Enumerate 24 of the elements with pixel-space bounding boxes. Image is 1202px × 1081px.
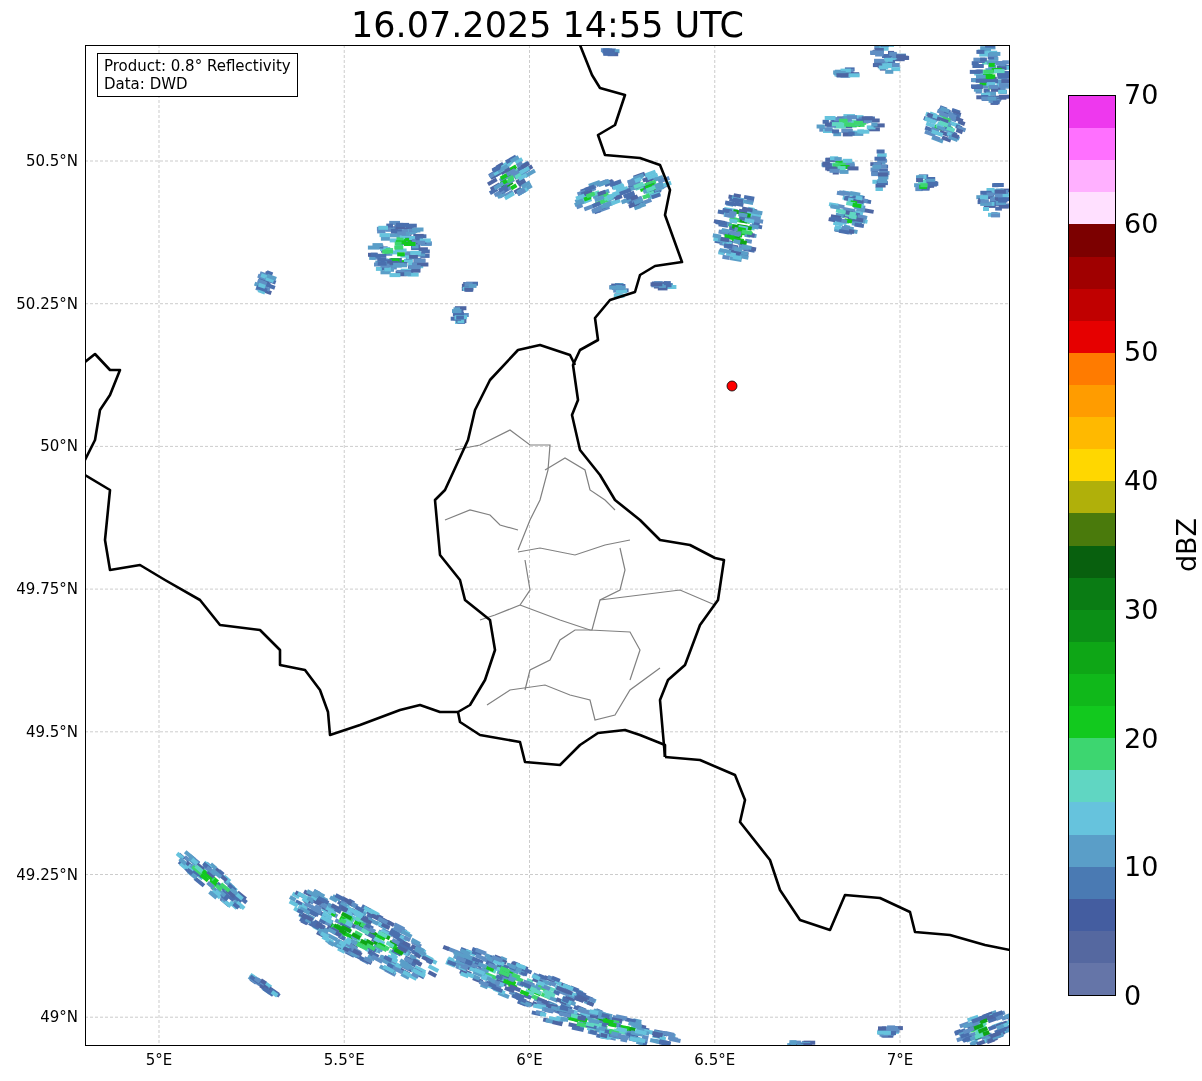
longitude-label: 5.5°E [322, 1051, 366, 1069]
latitude-label: 49.5°N [25, 722, 78, 741]
latitude-label: 50.25°N [16, 294, 78, 313]
colorbar-tick-label: 0 [1124, 981, 1142, 1011]
longitude-label: 6.5°E [693, 1051, 737, 1069]
latitude-label: 50.5°N [25, 152, 78, 170]
colorbar-tick-label: 10 [1124, 852, 1159, 883]
latitude-label: 49°N [40, 1008, 78, 1027]
chart-title: 16.07.2025 14:55 UTC [350, 4, 745, 46]
latitude-label: 49.25°N [16, 865, 78, 884]
colorbar-tick-label: 60 [1124, 208, 1159, 239]
colorbar-tick-label: 20 [1124, 723, 1159, 754]
colorbar-label: dBZ [1172, 517, 1202, 573]
longitude-label: 7°E [885, 1051, 915, 1069]
longitude-label: 5°E [144, 1051, 174, 1069]
colorbar-tick-label: 40 [1124, 466, 1159, 497]
info-text: Product: 0.8° Reflectivity [104, 57, 291, 75]
info-text: Data: DWD [104, 75, 189, 93]
latitude-label: 49.75°N [16, 580, 78, 599]
latitude-label: 50°N [40, 437, 78, 456]
longitude-label: 6°E [515, 1051, 544, 1069]
colorbar-tick-label: 50 [1124, 337, 1159, 368]
colorbar-tick-label: 70 [1124, 80, 1159, 110]
colorbar-tick-label: 30 [1124, 594, 1159, 625]
